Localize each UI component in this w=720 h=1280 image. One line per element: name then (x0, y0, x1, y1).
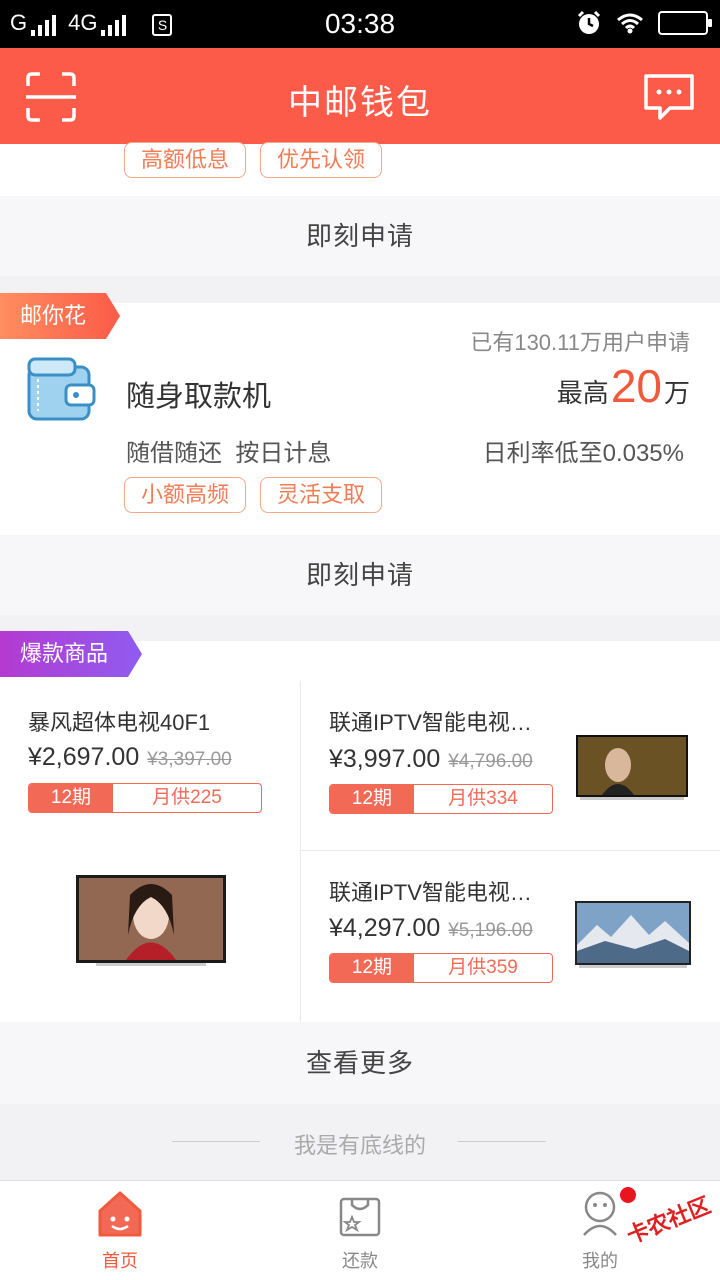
tv-product-image (575, 901, 691, 968)
hot-products-section: 爆款商品 暴风超体电视40F1 ¥2,697.00 ¥3,397.00 12期 月… (0, 641, 720, 1022)
end-of-list-note: 我是有底线的 (293, 1133, 426, 1158)
max-prefix: 最高 (556, 378, 609, 408)
apply-button[interactable]: 即刻申请 (0, 196, 720, 276)
tab-label: 我的 (582, 1251, 618, 1271)
tag: 优先认领 (260, 142, 383, 178)
original-price: ¥3,397.00 (147, 749, 232, 770)
view-more-button[interactable]: 查看更多 (0, 1022, 720, 1104)
installment-monthly: 月供359 (448, 957, 518, 978)
current-price: ¥4,297.00 (329, 914, 441, 942)
installment-badge: 12期 月供359 (329, 953, 553, 983)
tag: 高额低息 (124, 142, 247, 178)
product-card[interactable]: 联通IPTV智能电视… ¥3,997.00 ¥4,796.00 12期 月供334 (301, 681, 720, 850)
price-row: ¥2,697.00 ¥3,397.00 (28, 743, 232, 772)
price-row: ¥3,997.00 ¥4,796.00 (329, 745, 533, 774)
page-title: 中邮钱包 (288, 84, 432, 122)
max-amount: 最高 20 万 (557, 359, 690, 413)
tag-row: 高额低息 优先认领 (124, 142, 396, 178)
tab-bar: 首页 还款 我的 卡农社区 (0, 1180, 720, 1280)
section-ribbon: 爆款商品 (0, 631, 142, 677)
tag: 灵活支取 (260, 477, 383, 513)
price-row: ¥4,297.00 ¥5,196.00 (329, 914, 533, 943)
installment-monthly: 月供334 (448, 788, 518, 809)
message-icon[interactable] (642, 70, 696, 124)
apply-button[interactable]: 即刻申请 (0, 535, 720, 615)
current-price: ¥2,697.00 (28, 743, 140, 771)
status-right (576, 10, 712, 36)
product-desc: 随借随还 按日计息 (126, 440, 332, 467)
tv-product-image (76, 875, 226, 966)
loan-card-youninhua: 邮你花 已有130.11万用户申请 随身取款机 最高 20 万 随借随还 按日计… (0, 303, 720, 535)
product-name: 随身取款机 (126, 381, 272, 413)
tab-home[interactable]: 首页 (0, 1181, 240, 1280)
installment-periods: 12期 (29, 784, 113, 812)
shopping-bag-icon (339, 1197, 381, 1237)
installment-periods: 12期 (330, 785, 414, 813)
notification-dot (620, 1187, 636, 1203)
current-price: ¥3,997.00 (329, 745, 441, 773)
product-title: 联通IPTV智能电视… (329, 710, 532, 735)
product-card[interactable]: 暴风超体电视40F1 ¥2,697.00 ¥3,397.00 12期 月供225 (0, 681, 300, 1022)
card-ribbon: 邮你花 (0, 293, 120, 339)
tab-label: 首页 (102, 1251, 138, 1271)
tv-product-image (576, 735, 688, 800)
divider (458, 1141, 546, 1142)
installment-badge: 12期 月供225 (28, 783, 262, 813)
original-price: ¥4,796.00 (448, 751, 533, 772)
product-card[interactable]: 联通IPTV智能电视… ¥4,297.00 ¥5,196.00 12期 月供359 (301, 851, 720, 1022)
battery-icon (658, 11, 712, 35)
max-value: 20 (610, 360, 662, 412)
applicant-count: 已有130.11万用户申请 (470, 330, 690, 355)
tab-repay[interactable]: 还款 (240, 1181, 480, 1280)
tag: 小额高频 (124, 477, 247, 513)
bottom-note-area: 我是有底线的 (0, 1104, 720, 1180)
product-title: 联通IPTV智能电视… (329, 880, 532, 905)
interest-rate: 日利率低至0.035% (482, 440, 684, 467)
installment-badge: 12期 月供334 (329, 784, 553, 814)
app-header: 中邮钱包 (0, 48, 720, 144)
wifi-icon (617, 13, 643, 34)
installment-periods: 12期 (330, 954, 414, 982)
wallet-icon (27, 357, 96, 421)
installment-monthly: 月供225 (152, 787, 222, 808)
home-icon (98, 1191, 142, 1237)
original-price: ¥5,196.00 (448, 920, 533, 941)
status-bar: G 4G S 03:38 (0, 0, 720, 48)
max-unit: 万 (663, 378, 690, 408)
product-title: 暴风超体电视40F1 (28, 710, 211, 735)
alarm-icon (577, 10, 601, 34)
user-icon (583, 1191, 617, 1236)
tab-label: 还款 (342, 1251, 378, 1271)
loan-card-top: 高额低息 优先认领 (0, 142, 720, 196)
tag-row: 小额高频 灵活支取 (124, 477, 396, 513)
